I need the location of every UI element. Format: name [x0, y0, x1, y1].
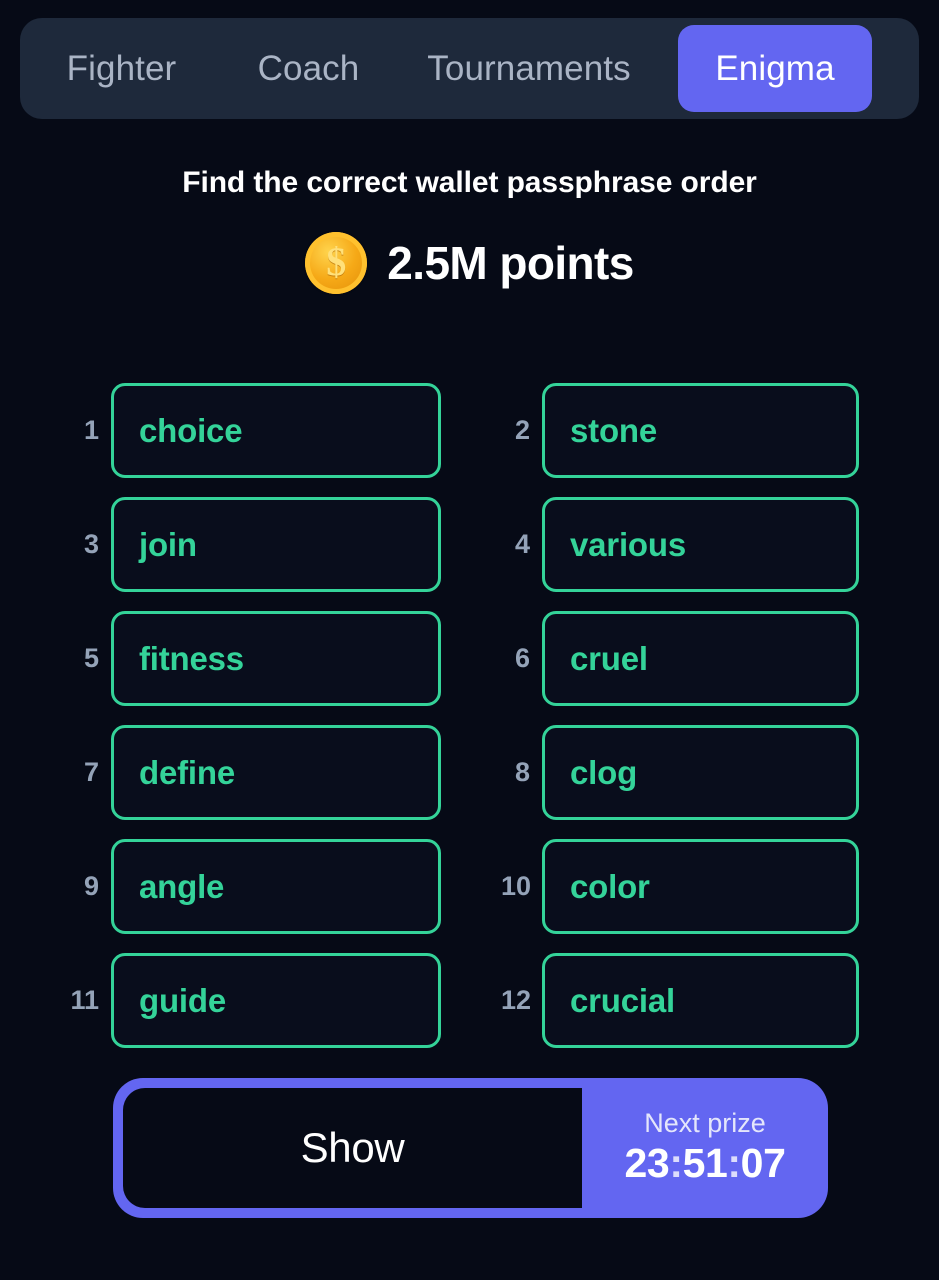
timer-separator: :	[727, 1140, 741, 1187]
next-prize-panel: Next prize 23:51:07	[582, 1078, 828, 1218]
slot-index: 5	[83, 642, 99, 673]
show-button[interactable]: Show	[123, 1088, 582, 1208]
word-label: color	[570, 867, 650, 905]
timer-separator: :	[669, 1140, 683, 1187]
page-title: Find the correct wallet passphrase order	[182, 166, 757, 199]
slot-index: 12	[501, 984, 532, 1015]
slot-index: 2	[514, 414, 530, 445]
word-label: various	[570, 525, 686, 563]
word-box[interactable]: various	[542, 496, 859, 592]
timer-hours: 23	[624, 1140, 670, 1187]
enigma-screen: Fighter Coach Tournaments Enigma Find th…	[0, 0, 939, 1280]
prize-banner: 2.5M points	[0, 232, 939, 294]
passphrase-row: 7 define 8 clog	[70, 715, 870, 829]
passphrase-slot-12[interactable]: 12 crucial	[501, 943, 859, 1057]
word-label: choice	[139, 411, 243, 449]
word-label: guide	[139, 981, 226, 1019]
word-box[interactable]: angle	[111, 838, 441, 934]
slot-index: 7	[83, 756, 99, 787]
timer-seconds: 07	[740, 1140, 786, 1187]
passphrase-row: 11 guide 12 crucial	[70, 943, 870, 1057]
passphrase-row: 9 angle 10 color	[70, 829, 870, 943]
tab-coach-label: Coach	[257, 48, 360, 88]
slot-index: 10	[501, 870, 532, 901]
word-box[interactable]: cruel	[542, 610, 859, 706]
slot-index: 4	[514, 528, 530, 559]
passphrase-slot-9[interactable]: 9 angle	[70, 829, 441, 943]
word-label: clog	[570, 753, 638, 791]
word-box[interactable]: clog	[542, 724, 859, 820]
slot-index: 9	[83, 870, 99, 901]
passphrase-row: 1 choice 2 stone	[70, 373, 870, 487]
word-label: cruel	[570, 639, 648, 677]
word-label: join	[139, 525, 197, 563]
word-label: fitness	[139, 639, 244, 677]
word-box[interactable]: fitness	[111, 610, 441, 706]
word-label: stone	[570, 411, 658, 449]
next-prize-timer: 23:51:07	[625, 1140, 786, 1187]
tab-tournaments-label: Tournaments	[427, 48, 631, 88]
prize-amount: 2.5M points	[387, 237, 634, 289]
slot-index: 6	[514, 642, 530, 673]
tab-fighter-label: Fighter	[66, 48, 177, 88]
passphrase-row: 5 fitness 6 cruel	[70, 601, 870, 715]
tab-coach[interactable]: Coach	[223, 18, 394, 119]
word-box[interactable]: choice	[111, 382, 441, 478]
slot-index: 8	[514, 756, 530, 787]
passphrase-grid: 1 choice 2 stone 3 join 4 various 5 fitn…	[70, 373, 870, 1057]
word-box[interactable]: color	[542, 838, 859, 934]
tab-fighter[interactable]: Fighter	[20, 18, 223, 119]
passphrase-slot-11[interactable]: 11 guide	[70, 943, 441, 1057]
coin-dollar-icon	[305, 232, 368, 294]
slot-index: 11	[70, 984, 99, 1015]
slot-index: 3	[83, 528, 99, 559]
timer-minutes: 51	[682, 1140, 728, 1187]
passphrase-slot-3[interactable]: 3 join	[70, 487, 441, 601]
word-box[interactable]: define	[111, 724, 441, 820]
main-tab-bar: Fighter Coach Tournaments Enigma	[20, 18, 919, 119]
passphrase-slot-5[interactable]: 5 fitness	[70, 601, 441, 715]
word-box[interactable]: guide	[111, 952, 441, 1048]
passphrase-row: 3 join 4 various	[70, 487, 870, 601]
word-label: define	[139, 753, 235, 791]
next-prize-label: Next prize	[644, 1107, 766, 1138]
passphrase-slot-6[interactable]: 6 cruel	[501, 601, 859, 715]
slot-index: 1	[83, 414, 99, 445]
passphrase-slot-4[interactable]: 4 various	[501, 487, 859, 601]
word-label: angle	[139, 867, 225, 905]
tab-tournaments[interactable]: Tournaments	[394, 18, 664, 119]
word-box[interactable]: crucial	[542, 952, 859, 1048]
passphrase-slot-2[interactable]: 2 stone	[501, 373, 859, 487]
passphrase-slot-1[interactable]: 1 choice	[70, 373, 441, 487]
tab-enigma[interactable]: Enigma	[678, 25, 872, 112]
passphrase-slot-8[interactable]: 8 clog	[501, 715, 859, 829]
action-bar: Show Next prize 23:51:07	[113, 1078, 828, 1218]
word-label: crucial	[570, 981, 675, 1019]
word-box[interactable]: stone	[542, 382, 859, 478]
passphrase-slot-7[interactable]: 7 define	[70, 715, 441, 829]
tab-enigma-label: Enigma	[715, 48, 835, 88]
passphrase-slot-10[interactable]: 10 color	[501, 829, 859, 943]
word-box[interactable]: join	[111, 496, 441, 592]
